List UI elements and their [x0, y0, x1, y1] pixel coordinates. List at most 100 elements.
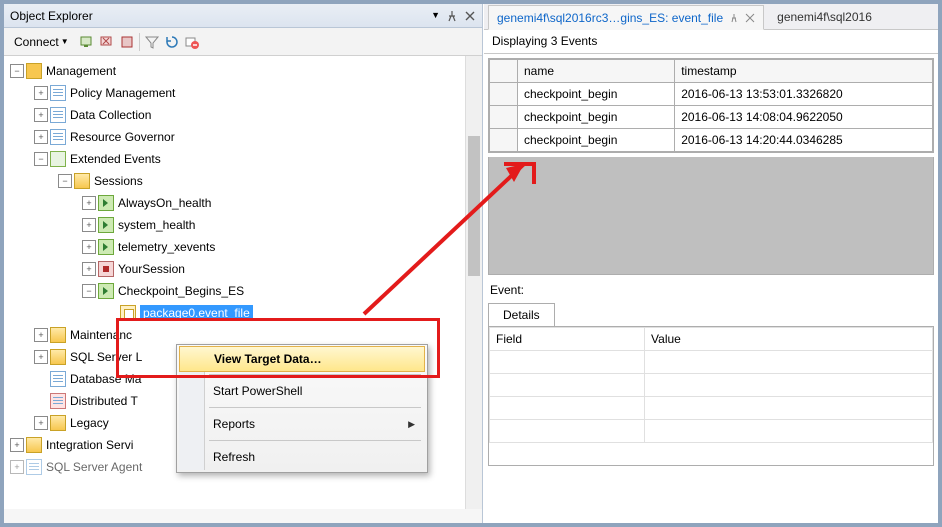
toolbar-disconnect-icon[interactable]	[99, 34, 115, 50]
expander-icon[interactable]: +	[34, 328, 48, 342]
expander-icon[interactable]: +	[10, 460, 24, 474]
grid-row[interactable]: checkpoint_begin 2016-06-13 14:20:44.034…	[490, 129, 933, 152]
toolbar-filter-icon[interactable]	[144, 34, 160, 50]
detail-col-field[interactable]: Field	[490, 328, 645, 351]
cell-timestamp: 2016-06-13 14:08:04.9622050	[675, 106, 933, 129]
expander-icon[interactable]: +	[82, 240, 96, 254]
tree-node-telemetry-xevents[interactable]: telemetry_xevents	[118, 240, 215, 254]
menu-start-powershell[interactable]: Start PowerShell	[179, 378, 425, 404]
menu-item-label: Reports	[213, 417, 255, 431]
tree-node-maintenance[interactable]: Maintenanc	[70, 328, 132, 342]
folder-icon	[50, 349, 66, 365]
detail-row-empty	[490, 374, 933, 397]
tree-node-integration-services[interactable]: Integration Servi	[46, 438, 133, 452]
tree-node-sql-server-logs[interactable]: SQL Server L	[70, 350, 142, 364]
toolbar-cancel-icon[interactable]	[184, 34, 200, 50]
cell-name: checkpoint_begin	[518, 106, 675, 129]
col-name[interactable]: name	[518, 60, 675, 83]
resource-governor-icon	[50, 129, 66, 145]
tree-node-alwayson-health[interactable]: AlwaysOn_health	[118, 196, 211, 210]
expander-icon[interactable]: −	[58, 174, 72, 188]
toolbar-refresh-icon[interactable]	[164, 34, 180, 50]
dtc-icon	[50, 393, 66, 409]
events-grid[interactable]: name timestamp checkpoint_begin 2016-06-…	[488, 58, 934, 153]
expander-icon[interactable]: +	[34, 108, 48, 122]
menu-view-target-data[interactable]: View Target Data…	[179, 346, 425, 372]
window-dropdown-icon[interactable]: ▼	[431, 10, 440, 22]
pin-icon[interactable]	[729, 13, 739, 23]
grid-row[interactable]: checkpoint_begin 2016-06-13 13:53:01.332…	[490, 83, 933, 106]
expander-icon[interactable]: −	[34, 152, 48, 166]
tree-node-system-health[interactable]: system_health	[118, 218, 195, 232]
events-count-bar: Displaying 3 Events	[484, 30, 938, 54]
policy-icon	[50, 85, 66, 101]
close-icon[interactable]	[464, 10, 476, 22]
event-detail-panel: Event: Details Field Value	[488, 283, 934, 466]
detail-col-value[interactable]: Value	[645, 328, 933, 351]
menu-item-label: View Target Data…	[214, 352, 322, 366]
expander-icon[interactable]: +	[10, 438, 24, 452]
tree-node-database-mail[interactable]: Database Ma	[70, 372, 141, 386]
detail-row-empty	[490, 351, 933, 374]
data-collection-icon	[50, 107, 66, 123]
events-panel: genemi4f\sql2016rc3…gins_ES: event_file …	[484, 4, 938, 523]
event-detail-grid[interactable]: Field Value	[488, 326, 934, 466]
tree-node-your-session[interactable]: YourSession	[118, 262, 185, 276]
object-explorer-title: Object Explorer	[10, 9, 93, 23]
tree-node-legacy[interactable]: Legacy	[70, 416, 109, 430]
tab-secondary[interactable]: genemi4f\sql2016	[768, 4, 881, 29]
tree-node-extended-events[interactable]: Extended Events	[70, 152, 161, 166]
tree-node-sql-server-agent[interactable]: SQL Server Agent	[46, 460, 142, 474]
col-timestamp[interactable]: timestamp	[675, 60, 933, 83]
expander-icon[interactable]: +	[82, 218, 96, 232]
expander-icon[interactable]: +	[34, 416, 48, 430]
scrollbar-thumb[interactable]	[468, 136, 480, 276]
session-running-icon	[98, 239, 114, 255]
tree-scrollbar[interactable]	[465, 56, 482, 509]
tree-node-package0-event-file[interactable]: package0.event_file	[140, 305, 253, 321]
detail-row-empty	[490, 420, 933, 443]
session-running-icon	[98, 217, 114, 233]
connect-button[interactable]: Connect ▼	[8, 33, 75, 51]
tab-event-file[interactable]: genemi4f\sql2016rc3…gins_ES: event_file	[488, 5, 764, 30]
expander-icon[interactable]: +	[82, 262, 96, 276]
context-menu: View Target Data… Start PowerShell Repor…	[176, 344, 428, 473]
tree-node-sessions[interactable]: Sessions	[94, 174, 143, 188]
pin-icon[interactable]	[446, 10, 458, 22]
close-tab-icon[interactable]	[745, 13, 755, 23]
toolbar-connect-icon[interactable]	[79, 34, 95, 50]
sql-agent-icon	[26, 459, 42, 475]
tree-node-management[interactable]: Management	[46, 64, 116, 78]
expander-icon[interactable]: +	[34, 86, 48, 100]
tree-node-checkpoint-begins-es[interactable]: Checkpoint_Begins_ES	[118, 284, 244, 298]
menu-refresh[interactable]: Refresh	[179, 444, 425, 470]
event-label: Event:	[490, 283, 932, 297]
tree-node-resource-governor[interactable]: Resource Governor	[70, 130, 175, 144]
session-stopped-icon	[98, 261, 114, 277]
tree-node-data-collection[interactable]: Data Collection	[70, 108, 151, 122]
rowheader-blank	[490, 60, 518, 83]
cell-timestamp: 2016-06-13 14:20:44.0346285	[675, 129, 933, 152]
menu-reports[interactable]: Reports	[179, 411, 425, 437]
db-mail-icon	[50, 371, 66, 387]
tab-label: genemi4f\sql2016	[777, 10, 872, 24]
detail-tab-details[interactable]: Details	[488, 303, 555, 326]
object-explorer-titlebar: Object Explorer ▼	[4, 4, 482, 28]
toolbar-stop-icon[interactable]	[119, 34, 135, 50]
object-explorer-toolbar: Connect ▼	[4, 28, 482, 56]
menu-item-label: Refresh	[213, 450, 255, 464]
tree-node-distributed-transaction[interactable]: Distributed T	[70, 394, 138, 408]
expander-icon[interactable]: +	[82, 196, 96, 210]
expander-icon[interactable]: −	[82, 284, 96, 298]
expander-icon[interactable]: −	[10, 64, 24, 78]
folder-icon	[26, 437, 42, 453]
grid-row[interactable]: checkpoint_begin 2016-06-13 14:08:04.962…	[490, 106, 933, 129]
cell-name: checkpoint_begin	[518, 129, 675, 152]
events-count-label: Displaying 3 Events	[492, 34, 597, 48]
expander-icon[interactable]: +	[34, 350, 48, 364]
expander-icon[interactable]: +	[34, 130, 48, 144]
folder-icon	[50, 327, 66, 343]
extended-events-icon	[50, 151, 66, 167]
tree-node-policy-management[interactable]: Policy Management	[70, 86, 175, 100]
cell-timestamp: 2016-06-13 13:53:01.3326820	[675, 83, 933, 106]
